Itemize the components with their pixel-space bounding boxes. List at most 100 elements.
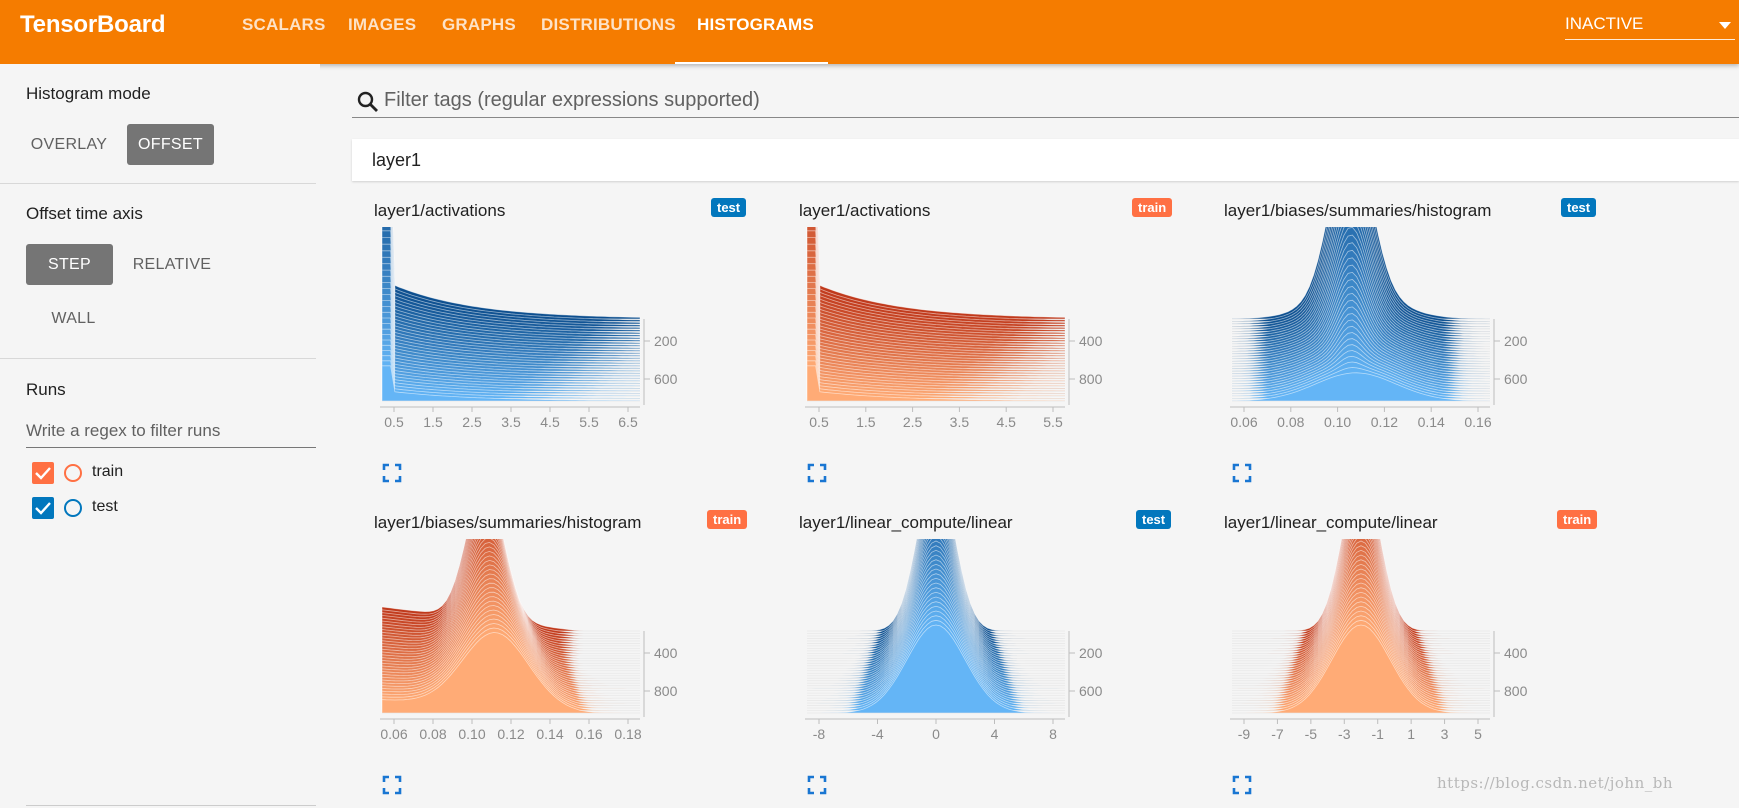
x-tick-label: 0.16 [575,726,602,742]
step-button[interactable]: STEP [26,244,113,285]
sidebar-divider [0,183,316,184]
x-tick-label: 0.10 [1324,414,1351,430]
x-tick-label: 3 [1441,726,1449,742]
run-badge: test [1561,198,1597,217]
color-picker-train[interactable] [64,464,82,482]
ridgelines [1231,227,1491,402]
x-tick-label: 0.5 [384,414,404,430]
expand-icon[interactable] [382,463,402,483]
expand-icon[interactable] [807,463,827,483]
histogram-chart: 0.5 1.5 2.5 3.5 4.5 5.5 400 800 [805,227,1103,430]
expand-icon[interactable] [807,775,827,795]
offset-button[interactable]: OFFSET [127,124,214,165]
ridgelines [807,539,1065,714]
wall-button[interactable]: WALL [36,298,111,339]
inactive-plugins-dropdown[interactable]: INACTIVE [1565,10,1735,40]
x-tick-label: 0.16 [1464,414,1491,430]
x-tick-label: 0.08 [419,726,446,742]
x-tick-label: 3.5 [950,414,970,430]
card-title: layer1/activations [374,201,506,220]
histogram-chart: 0.06 0.08 0.10 0.12 0.14 0.16 200 600 [1230,227,1528,430]
relative-button[interactable]: RELATIVE [124,244,220,285]
histogram-chart: 0.5 1.5 2.5 3.5 4.5 5.5 6.5 200 600 [380,227,678,430]
x-tick-label: 4 [991,726,999,742]
ridgelines [381,539,640,714]
sidebar-divider [0,358,316,359]
tab-graphs[interactable]: GRAPHS [442,0,516,64]
y-tick-label: 600 [1504,371,1528,387]
x-tick-label: 8 [1049,726,1057,742]
x-tick-label: 0.12 [1371,414,1398,430]
x-tick-label: 2.5 [903,414,923,430]
histogram-card: layer1/biases/summaries/histogram test 0… [1202,191,1607,496]
x-tick-label: 1 [1407,726,1415,742]
checkbox-test[interactable] [32,497,54,519]
checkbox-train[interactable] [32,462,54,484]
x-tick-label: 0.14 [1418,414,1445,430]
y-tick-label: 200 [1504,333,1528,349]
x-tick-label: -5 [1305,726,1318,742]
x-tick-label: -9 [1238,726,1251,742]
x-tick-label: 4.5 [540,414,560,430]
run-filter-input[interactable]: Write a regex to filter runs [26,418,316,448]
category-title: layer1 [372,150,422,170]
x-tick-label: 0.06 [380,726,407,742]
ridgelines [381,227,641,402]
histogram-chart: -9 -7 -5 -3 -1 1 3 5 400 800 [1230,539,1528,742]
card-title: layer1/linear_compute/linear [799,513,1013,532]
search-icon [357,91,378,112]
expand-icon[interactable] [1232,775,1252,795]
app-title: TensorBoard [20,11,166,38]
run-label-test: test [92,498,118,515]
category-header[interactable]: layer1 [352,139,1739,181]
run-badge: train [1557,510,1598,529]
expand-icon[interactable] [1232,463,1252,483]
tab-scalars[interactable]: SCALARS [242,0,326,64]
x-tick-label: 5.5 [1043,414,1063,430]
x-tick-label: -4 [871,726,884,742]
tab-images[interactable]: IMAGES [348,0,416,64]
x-tick-label: 6.5 [618,414,638,430]
x-tick-label: 0.18 [614,726,641,742]
x-tick-label: 5 [1474,726,1482,742]
card-title: layer1/biases/summaries/histogram [374,513,642,532]
expand-icon[interactable] [382,775,402,795]
run-badge: train [707,510,748,529]
histogram-chart: -8 -4 0 4 8 200 600 [805,539,1103,742]
x-tick-label: 0.08 [1277,414,1304,430]
tab-distributions[interactable]: DISTRIBUTIONS [541,0,676,64]
sidebar: Histogram mode OVERLAY OFFSET Offset tim… [0,64,320,806]
tag-filter-placeholder: Filter tags (regular expressions support… [384,89,760,111]
card-title: layer1/biases/summaries/histogram [1224,201,1492,220]
runs-title: Runs [26,380,66,399]
histogram-chart: 0.06 0.08 0.10 0.12 0.14 0.16 0.18 400 800 [380,539,678,742]
histogram-card: layer1/linear_compute/linear train -9 -7-… [1202,503,1607,808]
run-badge: test [711,198,747,217]
overlay-button[interactable]: OVERLAY [24,124,114,165]
y-tick-label: 800 [1079,371,1103,387]
histogram-mode-title: Histogram mode [26,84,151,103]
x-tick-label: 4.5 [996,414,1016,430]
top-app-bar: TensorBoard SCALARS IMAGES GRAPHS DISTRI… [0,0,1739,64]
x-tick-label: -1 [1371,726,1384,742]
histogram-card: layer1/activations train 0.5 1.5 2.5 3.5 4.5… [777,191,1182,496]
y-tick-label: 400 [654,645,678,661]
y-tick-label: 400 [1504,645,1528,661]
watermark: https://blog.csdn.net/john_bh [1437,774,1673,792]
y-tick-label: 200 [1079,645,1103,661]
checkmark-icon [35,467,51,480]
x-tick-label: -3 [1338,726,1351,742]
color-picker-test[interactable] [64,499,82,517]
y-tick-label: 600 [1079,683,1103,699]
y-tick-label: 800 [654,683,678,699]
tag-filter-input[interactable]: Filter tags (regular expressions support… [352,85,1739,118]
histogram-card: layer1/linear_compute/linear test -8 -4 0 4… [777,503,1182,808]
x-tick-label: 1.5 [856,414,876,430]
chevron-down-icon [1719,22,1731,29]
x-tick-label: 3.5 [501,414,521,430]
x-tick-label: 5.5 [579,414,599,430]
run-badge: test [1136,510,1172,529]
offset-time-axis-title: Offset time axis [26,204,143,223]
x-tick-label: 0.06 [1230,414,1257,430]
tab-histograms[interactable]: HISTOGRAMS [675,0,828,64]
